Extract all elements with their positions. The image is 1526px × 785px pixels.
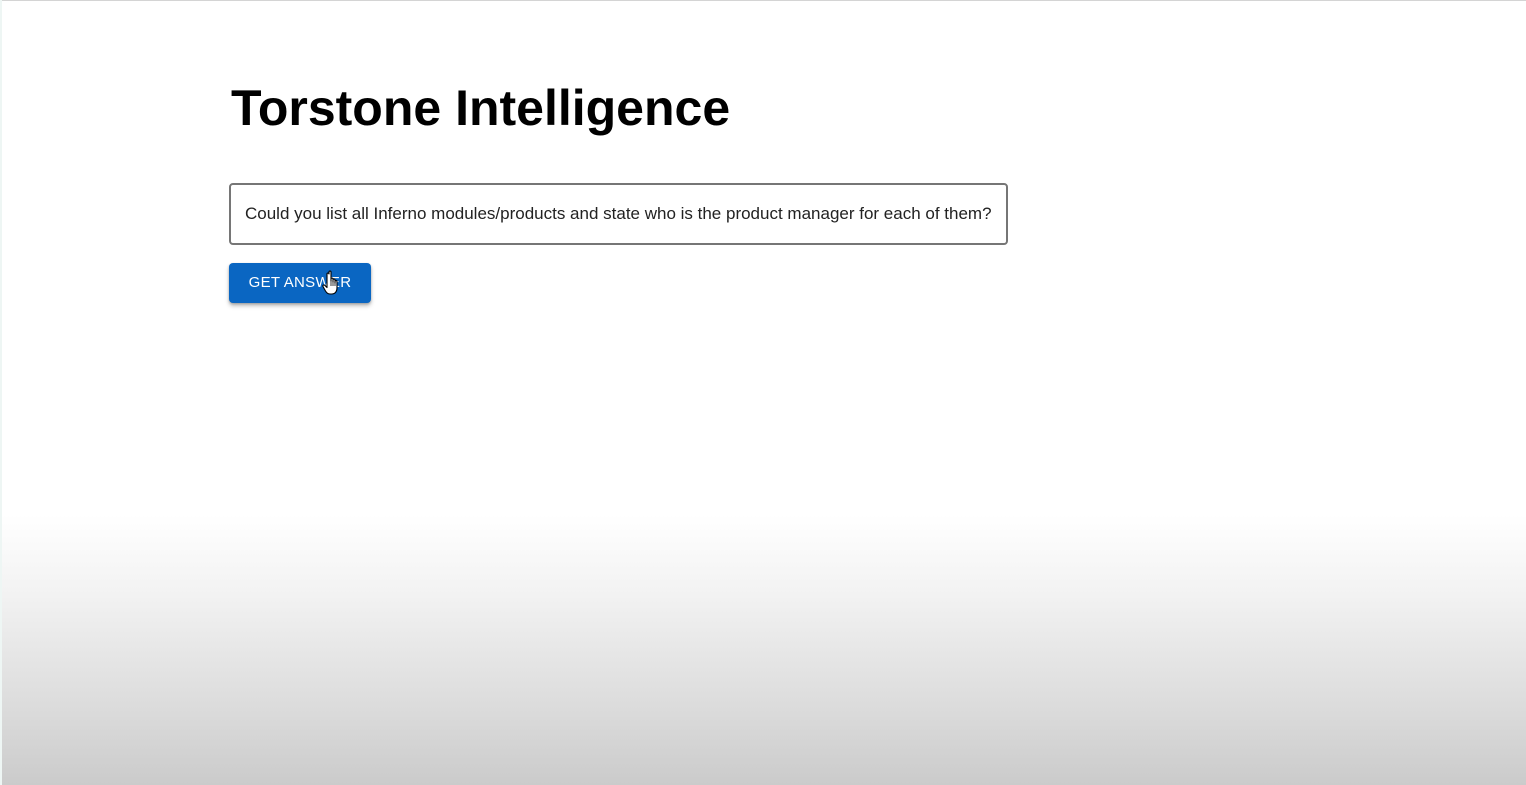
question-input[interactable] (229, 183, 1008, 245)
left-edge (0, 0, 2, 785)
get-answer-button[interactable]: GET ANSWER (229, 263, 371, 303)
top-border (0, 0, 1526, 1)
page-title: Torstone Intelligence (231, 80, 731, 136)
